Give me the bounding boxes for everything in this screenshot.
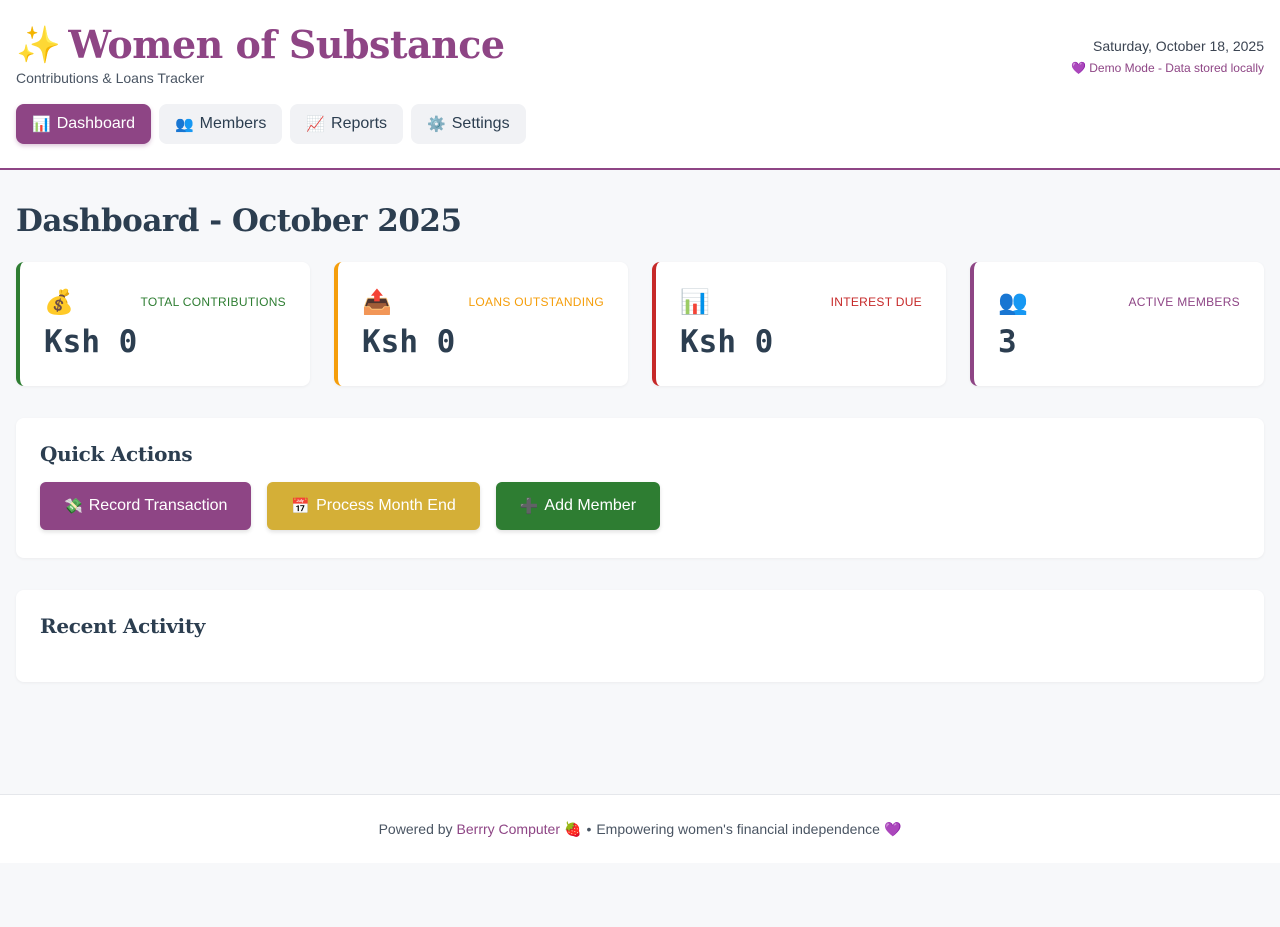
purple-heart-icon: 💜 [883, 820, 902, 837]
app-title: ✨ Women of Substance [16, 22, 505, 68]
purple-heart-icon: 💜 [1071, 61, 1087, 75]
calendar-icon: 📅 [291, 497, 311, 515]
button-label: Record Transaction [88, 497, 228, 514]
money-wings-icon: 💸 [64, 497, 83, 515]
app-header: ✨ Women of Substance Contributions & Loa… [0, 0, 1280, 170]
strawberry-icon: 🍓 [564, 820, 582, 837]
stat-label: ACTIVE MEMBERS [1128, 295, 1240, 309]
add-member-button[interactable]: ➕ Add Member [495, 482, 661, 530]
trend-chart-icon: 📈 [306, 115, 326, 133]
quick-actions-title: Quick Actions [40, 442, 193, 466]
gear-icon: ⚙️ [427, 115, 446, 133]
quick-actions-buttons: 💸 Record Transaction 📅 Process Month End… [40, 482, 1240, 530]
stat-label: LOANS OUTSTANDING [468, 295, 604, 309]
stat-value: Ksh 0 [362, 324, 456, 360]
stat-total-contributions: 💰 TOTAL CONTRIBUTIONS Ksh 0 [16, 262, 310, 386]
footer-tagline: Empowering women's financial independenc… [596, 821, 880, 837]
stat-active-members: 👥 ACTIVE MEMBERS 3 [970, 262, 1264, 386]
tab-members[interactable]: 👥 Members [158, 104, 283, 144]
demo-mode-text: Demo Mode - Data stored locally [1089, 61, 1264, 75]
sparkles-icon: ✨ [16, 24, 61, 66]
button-label: Add Member [544, 497, 637, 514]
app-footer: Powered by Berrry Computer 🍓 • Empowerin… [0, 794, 1280, 863]
stat-interest-due: 📊 INTEREST DUE Ksh 0 [652, 262, 946, 386]
tab-label: Settings [451, 115, 510, 132]
stat-loans-outstanding: 📤 LOANS OUTSTANDING Ksh 0 [334, 262, 628, 386]
tab-settings[interactable]: ⚙️ Settings [411, 104, 526, 144]
money-bag-icon: 💰 [44, 289, 74, 316]
stat-value: 3 [998, 324, 1017, 360]
process-month-end-button[interactable]: 📅 Process Month End [267, 482, 480, 530]
tab-label: Members [199, 115, 267, 132]
recent-activity-panel: Recent Activity [16, 590, 1264, 682]
stat-value: Ksh 0 [680, 324, 774, 360]
footer-prefix: Powered by [378, 821, 453, 837]
brand: ✨ Women of Substance Contributions & Loa… [16, 22, 505, 86]
dashboard-main: Dashboard - October 2025 💰 TOTAL CONTRIB… [16, 200, 1264, 682]
stat-label: INTEREST DUE [830, 295, 922, 309]
tab-label: Reports [331, 115, 388, 132]
tab-dashboard[interactable]: 📊 Dashboard [16, 104, 151, 144]
tab-reports[interactable]: 📈 Reports [290, 104, 404, 144]
bar-chart-icon: 📊 [32, 115, 51, 133]
recent-activity-title: Recent Activity [40, 614, 206, 638]
stat-label: TOTAL CONTRIBUTIONS [140, 295, 286, 309]
main-nav: 📊 Dashboard 👥 Members 📈 Reports ⚙️ Setti… [16, 104, 526, 144]
current-date: Saturday, October 18, 2025 [1093, 38, 1264, 54]
people-icon: 👥 [998, 289, 1028, 316]
demo-mode-notice: 💜 Demo Mode - Data stored locally [1071, 61, 1264, 75]
bar-chart-icon: 📊 [680, 289, 710, 316]
footer-separator: • [586, 821, 592, 837]
tab-label: Dashboard [56, 115, 135, 132]
app-subtitle: Contributions & Loans Tracker [16, 70, 205, 86]
quick-actions-panel: Quick Actions 💸 Record Transaction 📅 Pro… [16, 418, 1264, 558]
stat-value: Ksh 0 [44, 324, 138, 360]
people-icon: 👥 [174, 115, 194, 133]
stats-row: 💰 TOTAL CONTRIBUTIONS Ksh 0 📤 LOANS OUTS… [16, 262, 1264, 386]
outbox-tray-icon: 📤 [362, 289, 392, 316]
header-status: Saturday, October 18, 2025 💜 Demo Mode - … [1071, 38, 1264, 75]
page-title: Dashboard - October 2025 [16, 203, 462, 239]
record-transaction-button[interactable]: 💸 Record Transaction [40, 482, 252, 530]
app-title-text: Women of Substance [68, 22, 505, 67]
plus-icon: ➕ [519, 497, 539, 515]
footer-brand-link[interactable]: Berrry Computer [457, 821, 560, 837]
button-label: Process Month End [316, 497, 456, 514]
